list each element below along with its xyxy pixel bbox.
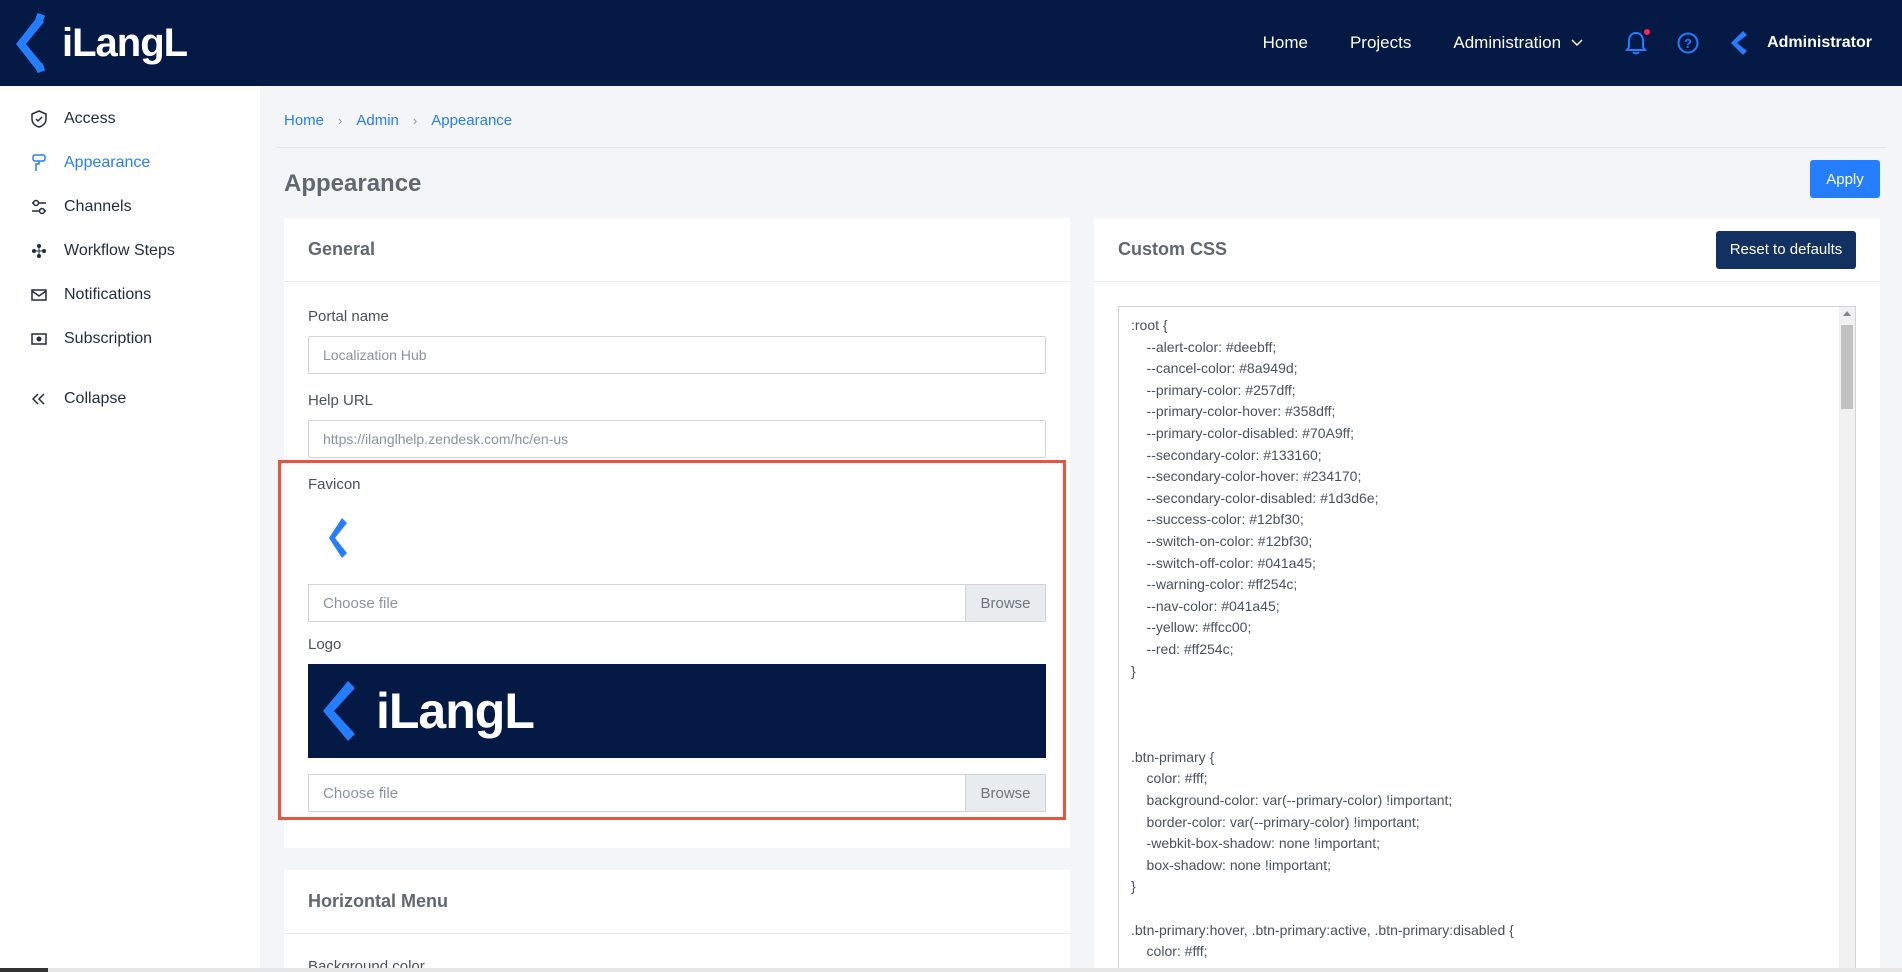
- favicon-preview-icon: [329, 518, 347, 558]
- shield-check-icon: [30, 110, 48, 128]
- nav-links: Home Projects Administration ? Administr…: [1263, 0, 1902, 86]
- sliders-icon: [30, 198, 48, 216]
- scroll-up-icon[interactable]: [1843, 311, 1851, 316]
- portal-name-label: Portal name: [308, 308, 389, 325]
- breadcrumb-separator-icon: ›: [338, 113, 343, 128]
- svg-text:?: ?: [1684, 36, 1692, 51]
- sidebar-item-appearance[interactable]: Appearance: [0, 141, 260, 185]
- horizontal-menu-card: Horizontal Menu Background color: [284, 870, 1070, 972]
- sidebar-item-notifications[interactable]: Notifications: [0, 273, 260, 317]
- logo-preview: iLangL: [308, 664, 1046, 758]
- breadcrumb-current: Appearance: [431, 112, 513, 129]
- sidebar-item-label: Access: [64, 110, 116, 127]
- reset-to-defaults-button[interactable]: Reset to defaults: [1716, 230, 1856, 269]
- custom-css-card: Custom CSS Reset to defaults :root { --a…: [1094, 218, 1880, 972]
- sidebar-item-label: Workflow Steps: [64, 242, 175, 259]
- mail-icon: [30, 286, 48, 304]
- favicon-file-input[interactable]: Choose file Browse: [308, 584, 1046, 622]
- nav-administration-dropdown[interactable]: Administration: [1453, 33, 1583, 53]
- main-content: Home › Admin › Appearance Appearance App…: [260, 86, 1902, 972]
- chevron-down-icon: [1571, 39, 1583, 47]
- sidebar-item-workflow-steps[interactable]: Workflow Steps: [0, 229, 260, 273]
- help-url-value: https://ilanglhelp.zendesk.com/hc/en-us: [323, 431, 569, 447]
- question-circle-icon: ?: [1677, 32, 1699, 54]
- nav-administration-label: Administration: [1453, 33, 1562, 52]
- apply-button[interactable]: Apply: [1810, 160, 1880, 198]
- custom-css-header: Custom CSS Reset to defaults: [1094, 218, 1880, 282]
- sidebar-item-label: Subscription: [64, 330, 153, 347]
- divider: [276, 147, 1886, 148]
- sidebar-item-label: Channels: [64, 198, 132, 215]
- workflow-icon: [30, 242, 48, 260]
- bottom-scrollbar-thumb[interactable]: [0, 968, 48, 972]
- sidebar-item-access[interactable]: Access: [0, 97, 260, 141]
- user-name: Administrator: [1767, 34, 1872, 51]
- brand-name: iLangL: [62, 20, 188, 65]
- general-card-title: General: [284, 218, 1070, 282]
- breadcrumb-admin-link[interactable]: Admin: [356, 112, 399, 129]
- page-title: Appearance: [284, 170, 422, 197]
- bottom-scrollbar[interactable]: [0, 968, 1902, 972]
- sidebar-collapse-label: Collapse: [64, 390, 127, 407]
- user-avatar-icon: [1731, 31, 1748, 55]
- portal-name-value: Localization Hub: [323, 347, 427, 363]
- nav-home-link[interactable]: Home: [1263, 33, 1308, 53]
- paint-brush-icon: [30, 154, 48, 172]
- ilangl-logo-icon: [323, 681, 355, 741]
- top-navbar: iLangL Home Projects Administration ? Ad…: [0, 0, 1902, 86]
- ilangl-logo-icon: [16, 12, 46, 74]
- horizontal-menu-card-title: Horizontal Menu: [284, 870, 1070, 934]
- user-menu[interactable]: Administrator: [1729, 29, 1872, 57]
- breadcrumb-home-link[interactable]: Home: [284, 112, 324, 129]
- double-chevron-left-icon: [30, 390, 48, 408]
- editor-scrollbar[interactable]: [1839, 307, 1855, 972]
- help-url-input[interactable]: https://ilanglhelp.zendesk.com/hc/en-us: [308, 420, 1046, 458]
- sidebar-item-label: Notifications: [64, 286, 152, 303]
- breadcrumb: Home › Admin › Appearance: [284, 112, 512, 129]
- sidebar-item-label: Appearance: [64, 154, 151, 171]
- help-button[interactable]: ?: [1677, 32, 1699, 54]
- logo-file-input[interactable]: Choose file Browse: [308, 774, 1046, 812]
- scrollbar-thumb[interactable]: [1841, 325, 1853, 409]
- custom-css-title: Custom CSS: [1118, 239, 1228, 259]
- logo-label: Logo: [308, 636, 342, 653]
- sidebar: Access Appearance Channels Workflow Step…: [0, 86, 260, 972]
- help-url-label: Help URL: [308, 392, 374, 409]
- brand-logo[interactable]: iLangL: [10, 12, 188, 74]
- bell-icon: [1625, 31, 1647, 55]
- favicon-browse-button[interactable]: Browse: [965, 585, 1045, 621]
- money-icon: [30, 330, 48, 348]
- sidebar-item-channels[interactable]: Channels: [0, 185, 260, 229]
- portal-name-input[interactable]: Localization Hub: [308, 336, 1046, 374]
- breadcrumb-separator-icon: ›: [412, 113, 418, 128]
- logo-browse-button[interactable]: Browse: [965, 775, 1045, 811]
- sidebar-item-subscription[interactable]: Subscription: [0, 317, 260, 361]
- notification-dot: [1644, 29, 1651, 35]
- logo-file-placeholder: Choose file: [323, 784, 399, 802]
- logo-preview-name: iLangL: [376, 683, 535, 739]
- general-card: General Portal name Localization Hub Hel…: [284, 218, 1070, 848]
- favicon-label: Favicon: [308, 476, 361, 493]
- notifications-bell-button[interactable]: [1625, 29, 1651, 55]
- custom-css-code: :root { --alert-color: #deebff; --cancel…: [1131, 317, 1514, 972]
- custom-css-editor[interactable]: :root { --alert-color: #deebff; --cancel…: [1118, 306, 1856, 972]
- sidebar-collapse-button[interactable]: Collapse: [0, 377, 260, 421]
- nav-projects-link[interactable]: Projects: [1350, 33, 1411, 53]
- favicon-file-placeholder: Choose file: [323, 594, 399, 612]
